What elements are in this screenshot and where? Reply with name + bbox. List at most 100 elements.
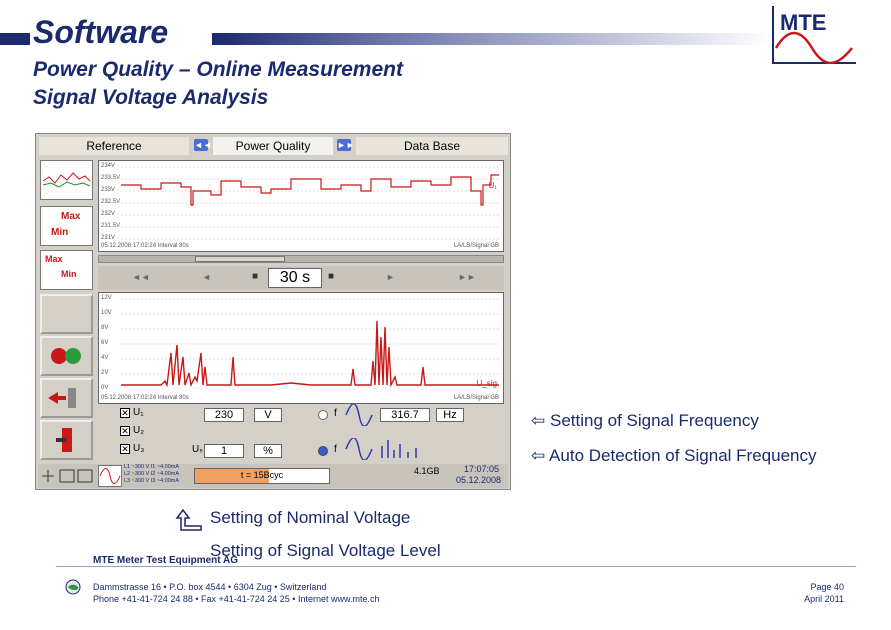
start-stop-button[interactable]: [40, 336, 93, 376]
max-min-thumbnail[interactable]: Max Min: [40, 206, 93, 246]
top-series-label: U₁: [488, 181, 497, 190]
us-label: Uₛ: [192, 444, 203, 455]
tab-data-base[interactable]: Data Base: [356, 137, 508, 155]
y-tick: 10V: [101, 310, 112, 316]
time-scrollbar[interactable]: [98, 255, 504, 263]
title-decor-bar-left: [0, 33, 30, 45]
sine-wave-icon: [345, 404, 373, 426]
bottom-series-label: U_sig: [476, 379, 497, 388]
forward-button[interactable]: ►: [386, 272, 395, 282]
next-tab-icon[interactable]: ►►: [337, 139, 355, 151]
voltage-trend-chart: 234V 233.5V 233V 232.5V 232V 231.5V 231V…: [98, 160, 504, 252]
y-tick: 8V: [101, 325, 109, 331]
left-arrow-icon: ⇦: [531, 411, 546, 430]
max-min-thumbnail-2[interactable]: Max Min: [40, 250, 93, 290]
signal-series-plot: [121, 298, 499, 389]
stop-button-2[interactable]: ■: [328, 271, 334, 282]
footer-phone: Phone +41-41-724 24 88 • Fax +41-41-724 …: [93, 594, 380, 604]
y-tick: 233V: [101, 187, 116, 193]
stop-button[interactable]: ■: [252, 271, 258, 282]
readout-line-3: L3 ~300 V I3 ~4.00mA: [124, 478, 180, 484]
phase-1-checkbox[interactable]: ✕: [120, 408, 130, 418]
nominal-voltage-field[interactable]: 230: [204, 408, 244, 422]
annotation-auto-detection: ⇦ Auto Detection of Signal Frequency: [531, 446, 817, 465]
y-tick: 12V: [101, 295, 112, 301]
manual-frequency-radio[interactable]: [318, 410, 328, 420]
exit-button[interactable]: [40, 420, 93, 460]
prev-tab-icon[interactable]: ◄◄: [194, 139, 212, 151]
footer-date: April 2011: [804, 594, 844, 604]
wiring-diagram-icon: [42, 469, 93, 483]
logo-text: MTE: [780, 10, 826, 35]
tab-power-quality[interactable]: Power Quality: [213, 137, 333, 155]
phase-1-label: U₁: [133, 407, 144, 418]
time-window-field[interactable]: 30 s: [268, 268, 322, 288]
phase-2-label: U₂: [133, 425, 145, 436]
clock-date: 05.12.2008: [456, 475, 502, 485]
export-button[interactable]: [40, 378, 93, 418]
footer-address: Dammstrasse 16 • P.O. box 4544 • 6304 Zu…: [93, 582, 327, 592]
max-label: Max: [61, 211, 81, 222]
signal-voltage-chart: 12V 10V 8V 6V 4V 2V 0V U_sig 05.12.2008 …: [98, 292, 504, 404]
y-tick: 232V: [101, 211, 116, 217]
tab-reference[interactable]: Reference: [39, 137, 189, 155]
clock-time: 17:07:05: [464, 464, 500, 474]
signal-level-field[interactable]: 1: [204, 444, 244, 458]
controls-panel: ✕ U₁ ✕ U₂ ✕ U₃ 230 V Uₛ 1 % f 316.7 Hz f: [116, 404, 504, 460]
readout-line-2: L2 ~300 V I2 ~4.00mA: [124, 471, 180, 477]
rewind-button[interactable]: ◄: [202, 272, 211, 282]
trend-thumbnail[interactable]: [40, 160, 93, 200]
scroll-thumb[interactable]: [195, 256, 285, 262]
subtitle-line-2: Signal Voltage Analysis: [33, 86, 269, 109]
up-left-arrow-icon: [175, 508, 202, 531]
nominal-voltage-unit[interactable]: V: [254, 408, 282, 422]
y-tick: 231V: [101, 235, 116, 241]
progress-label: t = 15Bcyc: [240, 470, 284, 480]
auto-detect-radio[interactable]: [318, 446, 328, 456]
app-window: Reference ◄◄ Power Quality ►► Data Base …: [35, 133, 511, 490]
phase-3-checkbox[interactable]: ✕: [120, 444, 130, 454]
spectrum-icon: [381, 440, 417, 458]
blank-button[interactable]: [40, 294, 93, 334]
left-arrow-icon: ⇦: [531, 446, 546, 465]
min-label: Min: [51, 227, 69, 238]
readout-line-1: L1 ~300 V I1 ~4.00mA: [124, 464, 180, 470]
rewind-fast-button[interactable]: ◄◄: [132, 272, 150, 282]
phase-2-checkbox[interactable]: ✕: [120, 426, 130, 436]
y-tick: 4V: [101, 355, 109, 361]
slide-title: Software: [33, 14, 169, 50]
footer-divider: [56, 566, 856, 567]
min-label-2: Min: [61, 269, 77, 279]
progress-bar: t = 15Bcyc: [194, 468, 330, 484]
subtitle-line-1: Power Quality – Online Measurement: [33, 58, 403, 81]
title-decor-bar: [212, 33, 772, 45]
globe-icon: [65, 579, 81, 595]
frequency-unit[interactable]: Hz: [436, 408, 464, 422]
annotation-nominal-voltage: Setting of Nominal Voltage: [210, 508, 411, 527]
y-tick: 2V: [101, 370, 109, 376]
y-tick: 232.5V: [101, 199, 121, 205]
y-tick: 233.5V: [101, 175, 121, 181]
f-label-2: f: [334, 444, 337, 455]
transport-bar: ◄◄ ◄ ■ 30 s ■ ► ►►: [98, 266, 504, 290]
readout-panel: L1 ~300 V I1 ~4.00mA L2 ~300 V I2 ~4.00m…: [124, 464, 179, 485]
bottom-chart-footer-left: 05.12.2008 17:02:24 Interval 30s: [101, 395, 189, 401]
phase-3-label: U₃: [133, 443, 145, 454]
f-label: f: [334, 408, 337, 419]
bottom-chart-footer-right: LA/LB/Signal GB: [453, 395, 499, 401]
y-tick: 234V: [101, 163, 116, 169]
sine-wave-icon-2: [345, 438, 373, 460]
status-bar: L1 ~300 V I1 ~4.00mA L2 ~300 V I2 ~4.00m…: [38, 464, 508, 488]
voltage-series-plot: [121, 166, 499, 240]
storage-readout: 4.1GB: [414, 466, 440, 476]
frequency-field[interactable]: 316.7: [380, 408, 430, 422]
footer-page: Page 40: [810, 582, 844, 592]
signal-level-unit[interactable]: %: [254, 444, 282, 458]
footer-company: MTE Meter Test Equipment AG: [93, 555, 239, 566]
forward-fast-button[interactable]: ►►: [458, 272, 476, 282]
y-tick: 0V: [101, 385, 109, 391]
annotation-signal-level: Setting of Signal Voltage Level: [210, 541, 441, 560]
top-chart-footer-right: LA/LB/Signal GB: [453, 243, 499, 249]
annotation-signal-frequency: ⇦ Setting of Signal Frequency: [531, 411, 759, 430]
waveform-thumb: [98, 465, 122, 487]
